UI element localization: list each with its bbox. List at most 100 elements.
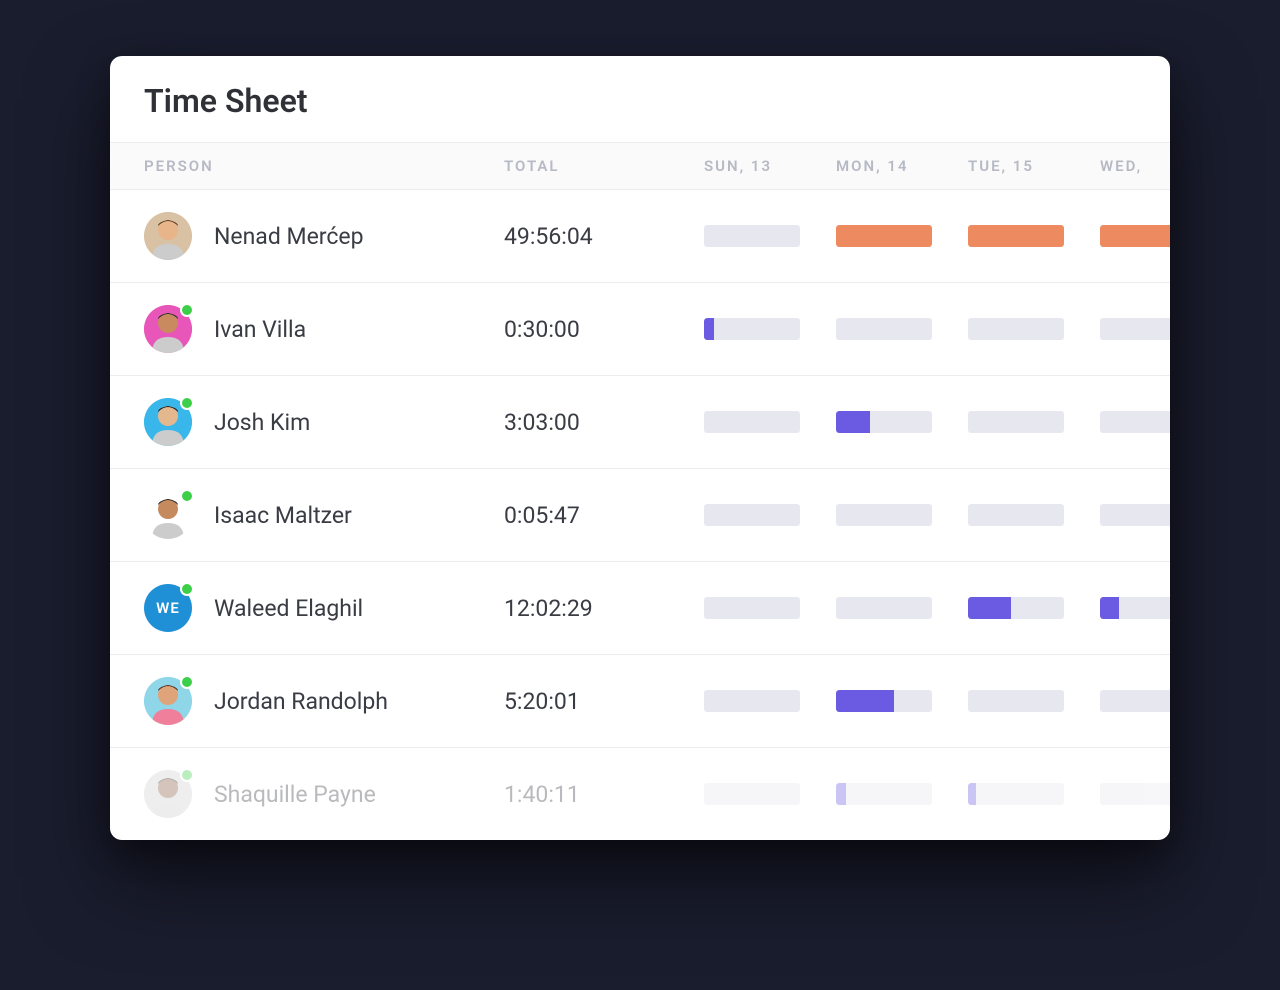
total-cell: 0:05:47 (504, 502, 704, 529)
bar-track (1100, 597, 1170, 619)
total-cell: 3:03:00 (504, 409, 704, 436)
bar-track (704, 690, 800, 712)
bar-track (704, 783, 800, 805)
day-bar[interactable] (1100, 690, 1170, 712)
bar-track (968, 783, 1064, 805)
day-bar[interactable] (1100, 318, 1170, 340)
table-row[interactable]: Shaquille Payne 1:40:11 (110, 748, 1170, 840)
person-name: Nenad Merćep (214, 223, 364, 250)
day-bar[interactable] (836, 504, 968, 526)
bar-track (836, 411, 932, 433)
bar-track (1100, 318, 1170, 340)
table-row[interactable]: Isaac Maltzer 0:05:47 (110, 469, 1170, 562)
avatar[interactable] (144, 305, 192, 353)
bar-track (1100, 411, 1170, 433)
header-day-mon[interactable]: MON, 14 (836, 157, 968, 175)
person-name: Josh Kim (214, 409, 310, 436)
bar-track (968, 690, 1064, 712)
table-row[interactable]: WE Waleed Elaghil 12:02:29 (110, 562, 1170, 655)
table-row[interactable]: Nenad Merćep 49:56:04 (110, 190, 1170, 283)
day-bar[interactable] (704, 597, 836, 619)
person-cell: Ivan Villa (144, 305, 504, 353)
avatar[interactable] (144, 770, 192, 818)
table-header: PERSON TOTAL SUN, 13 MON, 14 TUE, 15 WED… (110, 142, 1170, 190)
bar-track (968, 318, 1064, 340)
day-bar[interactable] (968, 225, 1100, 247)
bar-track (704, 411, 800, 433)
status-online-icon (180, 675, 194, 689)
day-bar[interactable] (704, 690, 836, 712)
bar-track (1100, 504, 1170, 526)
day-bar[interactable] (836, 783, 968, 805)
table-row[interactable]: Jordan Randolph 5:20:01 (110, 655, 1170, 748)
person-cell: Shaquille Payne (144, 770, 504, 818)
day-bar[interactable] (704, 783, 836, 805)
day-bar[interactable] (836, 597, 968, 619)
day-bar[interactable] (704, 411, 836, 433)
bar-track (836, 597, 932, 619)
avatar[interactable] (144, 491, 192, 539)
bar-track (704, 318, 800, 340)
bar-track (968, 411, 1064, 433)
day-bar[interactable] (968, 690, 1100, 712)
day-bar[interactable] (968, 597, 1100, 619)
avatar[interactable] (144, 398, 192, 446)
day-bar[interactable] (836, 225, 968, 247)
timesheet-card: Time Sheet PERSON TOTAL SUN, 13 MON, 14 … (110, 56, 1170, 840)
status-online-icon (180, 582, 194, 596)
bar-track (968, 504, 1064, 526)
bar-track (704, 597, 800, 619)
avatar[interactable] (144, 677, 192, 725)
avatar[interactable] (144, 212, 192, 260)
total-cell: 0:30:00 (504, 316, 704, 343)
header-day-tue[interactable]: TUE, 15 (968, 157, 1100, 175)
bar-track (1100, 783, 1170, 805)
total-cell: 49:56:04 (504, 223, 704, 250)
bar-track (704, 504, 800, 526)
day-bar[interactable] (1100, 504, 1170, 526)
person-cell: Jordan Randolph (144, 677, 504, 725)
day-bar[interactable] (704, 318, 836, 340)
bar-track (1100, 690, 1170, 712)
bar-track (836, 318, 932, 340)
bar-track (968, 597, 1064, 619)
bar-track (836, 783, 932, 805)
person-name: Isaac Maltzer (214, 502, 352, 529)
status-online-icon (180, 768, 194, 782)
table-row[interactable]: Josh Kim 3:03:00 (110, 376, 1170, 469)
day-bar[interactable] (1100, 411, 1170, 433)
person-cell: Nenad Merćep (144, 212, 504, 260)
person-name: Shaquille Payne (214, 781, 376, 808)
header-total: TOTAL (504, 157, 704, 175)
table-row[interactable]: Ivan Villa 0:30:00 (110, 283, 1170, 376)
day-bar[interactable] (836, 690, 968, 712)
day-bar[interactable] (1100, 783, 1170, 805)
person-name: Waleed Elaghil (214, 595, 363, 622)
bar-track (1100, 225, 1170, 247)
bar-track (704, 225, 800, 247)
total-cell: 1:40:11 (504, 781, 704, 808)
status-online-icon (180, 396, 194, 410)
day-bar[interactable] (968, 411, 1100, 433)
avatar[interactable]: WE (144, 584, 192, 632)
header-day-sun[interactable]: SUN, 13 (704, 157, 836, 175)
day-bar[interactable] (968, 318, 1100, 340)
person-cell: Isaac Maltzer (144, 491, 504, 539)
day-bar[interactable] (968, 783, 1100, 805)
day-bar[interactable] (704, 225, 836, 247)
header-day-wed[interactable]: WED, (1100, 157, 1170, 175)
bar-track (836, 225, 932, 247)
table-body: Nenad Merćep 49:56:04 Ivan Villa 0:30:00 (110, 190, 1170, 840)
day-bar[interactable] (836, 318, 968, 340)
day-bar[interactable] (968, 504, 1100, 526)
person-cell: Josh Kim (144, 398, 504, 446)
bar-track (836, 504, 932, 526)
status-online-icon (180, 303, 194, 317)
day-bar[interactable] (836, 411, 968, 433)
person-cell: WE Waleed Elaghil (144, 584, 504, 632)
bar-track (836, 690, 932, 712)
day-bar[interactable] (1100, 225, 1170, 247)
bar-track (968, 225, 1064, 247)
day-bar[interactable] (704, 504, 836, 526)
day-bar[interactable] (1100, 597, 1170, 619)
